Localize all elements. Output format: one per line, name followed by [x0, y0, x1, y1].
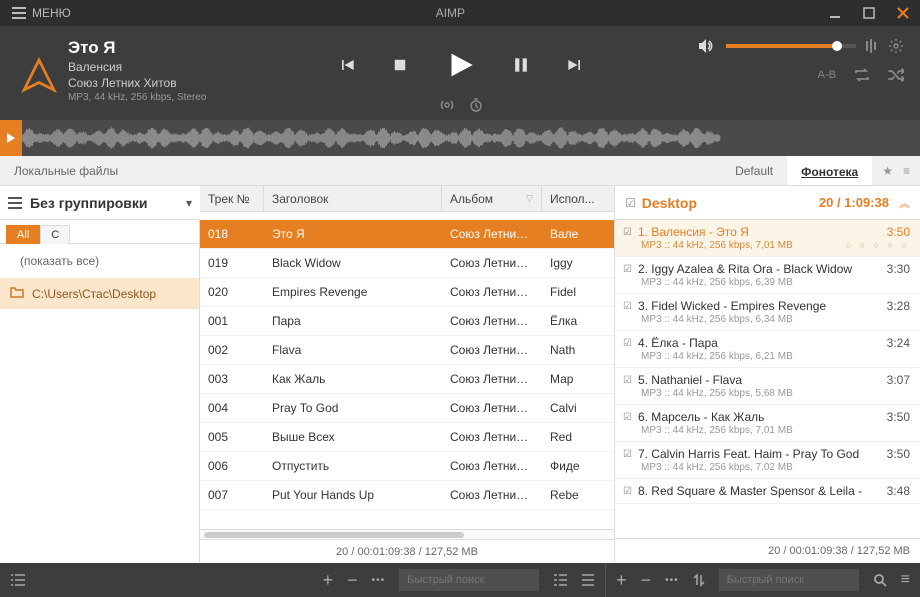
- view-rows-icon[interactable]: [581, 574, 595, 586]
- add-button[interactable]: +: [323, 570, 334, 591]
- playlist-item[interactable]: ☑8. Red Square & Master Spensor & Leila …: [615, 479, 920, 504]
- filter-all[interactable]: All: [6, 225, 40, 244]
- waveform-row: [0, 120, 920, 156]
- collapse-icon[interactable]: ︽: [899, 195, 910, 211]
- show-all-link[interactable]: (показать все): [0, 243, 199, 278]
- tab-menu-icon[interactable]: ≡: [903, 164, 910, 178]
- equalizer-icon[interactable]: [866, 39, 878, 53]
- playlist-item[interactable]: ☑4. Ёлка - Пара3:24MP3 :: 44 kHz, 256 kb…: [615, 331, 920, 368]
- tabs-row: Локальные файлы Default Фонотека ★ ≡: [0, 156, 920, 186]
- more-button[interactable]: [372, 575, 386, 586]
- folder-path: C:\Users\Стас\Desktop: [32, 287, 156, 301]
- table-row[interactable]: 018Это ЯСоюз Летних Х...Вале: [200, 220, 614, 249]
- filter-c[interactable]: C: [40, 225, 70, 244]
- library-summary: 20 / 00:01:09:38 / 127,52 MB: [200, 539, 614, 563]
- grouping-bar[interactable]: Без группировки ▾: [0, 186, 200, 220]
- playlist-summary: 20 / 00:01:09:38 / 127,52 MB: [615, 539, 920, 563]
- repeat-icon[interactable]: [854, 68, 870, 82]
- col-album[interactable]: Альбом▽: [442, 186, 542, 211]
- pl-menu-icon[interactable]: ≡: [901, 571, 910, 589]
- playlist-item[interactable]: ☑2. Iggy Azalea & Rita Ora - Black Widow…: [615, 257, 920, 294]
- now-playing-spec: MP3, 44 kHz, 256 kbps, Stereo: [68, 92, 268, 103]
- playlist-item[interactable]: ☑5. Nathaniel - Flava3:07MP3 :: 44 kHz, …: [615, 368, 920, 405]
- table-row[interactable]: 006ОтпуститьСоюз Летних Х...Фиде: [200, 452, 614, 481]
- next-button[interactable]: [565, 55, 585, 78]
- menu-label: МЕНЮ: [32, 6, 71, 20]
- grouping-label: Без группировки: [30, 195, 178, 211]
- view-list-icon[interactable]: [10, 574, 26, 586]
- radio-icon[interactable]: [439, 98, 455, 112]
- search-input-left[interactable]: [399, 569, 539, 591]
- playlist-item[interactable]: ☑3. Fidel Wicked - Empires Revenge3:28MP…: [615, 294, 920, 331]
- volume-icon[interactable]: [698, 38, 716, 54]
- playlist-header: ☑ Desktop 20 / 1:09:38 ︽: [615, 186, 920, 220]
- pause-button[interactable]: [511, 55, 531, 78]
- tab-library[interactable]: Фонотека: [787, 156, 872, 185]
- play-button[interactable]: [443, 48, 477, 85]
- view-grid-icon[interactable]: [553, 574, 567, 586]
- timer-icon[interactable]: [469, 98, 483, 112]
- playlist-stats: 20 / 1:09:38: [819, 195, 889, 210]
- prev-button[interactable]: [337, 55, 357, 78]
- table-row[interactable]: 019Black WidowСоюз Летних Х...Iggy: [200, 249, 614, 278]
- remove-button[interactable]: −: [347, 570, 358, 591]
- table-row[interactable]: 003Как ЖальСоюз Летних Х...Мар: [200, 365, 614, 394]
- shuffle-icon[interactable]: [888, 68, 904, 82]
- search-input-right[interactable]: [719, 569, 859, 591]
- close-button[interactable]: [886, 0, 920, 26]
- settings-icon[interactable]: [888, 38, 904, 54]
- pl-more-button[interactable]: [665, 575, 679, 586]
- pl-add-button[interactable]: +: [616, 570, 627, 591]
- table-row[interactable]: 005Выше ВсехСоюз Летних Х...Red: [200, 423, 614, 452]
- star-icon[interactable]: ★: [882, 164, 893, 178]
- grouping-dropdown-icon[interactable]: ▾: [186, 196, 192, 210]
- col-track-no[interactable]: Трек №: [200, 186, 264, 211]
- now-playing-artist: Валенсия: [68, 60, 268, 74]
- minimize-button[interactable]: [818, 0, 852, 26]
- table-row[interactable]: 001ПараСоюз Летних Х...Ёлка: [200, 307, 614, 336]
- menu-button[interactable]: МЕНЮ: [0, 0, 83, 26]
- playlist-check-icon[interactable]: ☑: [625, 196, 636, 210]
- table-row[interactable]: 020Empires RevengeСоюз Летних Х...Fidel: [200, 278, 614, 307]
- player-panel: Это Я Валенсия Союз Летних Хитов MP3, 44…: [0, 26, 920, 120]
- bottom-toolbar: + − + − ≡: [0, 563, 920, 597]
- playlist-title: Desktop: [642, 195, 813, 211]
- folder-path-row[interactable]: C:\Users\Стас\Desktop: [0, 278, 199, 309]
- horizontal-scrollbar[interactable]: [200, 529, 614, 539]
- waveform[interactable]: [22, 120, 920, 156]
- track-table: 018Это ЯСоюз Летних Х...Вале019Black Wid…: [200, 220, 614, 529]
- library-sidebar: All C (показать все) C:\Users\Стас\Deskt…: [0, 220, 200, 563]
- playlist-item[interactable]: ☑6. Марсель - Как Жаль3:50MP3 :: 44 kHz,…: [615, 405, 920, 442]
- playlist-list: ☑1. Валенсия - Это Я3:50MP3 :: 44 kHz, 2…: [615, 220, 920, 539]
- app-logo-icon: [16, 38, 62, 112]
- tab-default[interactable]: Default: [721, 156, 787, 185]
- stop-button[interactable]: [391, 56, 409, 77]
- col-artist[interactable]: Испол...: [542, 186, 598, 211]
- now-playing-album: Союз Летних Хитов: [68, 76, 268, 90]
- table-row[interactable]: 007Put Your Hands UpСоюз Летних Х...Rebe: [200, 481, 614, 510]
- pl-remove-button[interactable]: −: [641, 570, 652, 591]
- ab-repeat-button[interactable]: A-B: [818, 69, 836, 81]
- maximize-button[interactable]: [852, 0, 886, 26]
- table-row[interactable]: 002FlavaСоюз Летних Х...Nath: [200, 336, 614, 365]
- volume-slider[interactable]: [726, 44, 856, 48]
- titlebar: МЕНЮ AIMP: [0, 0, 920, 26]
- table-row[interactable]: 004Pray To GodСоюз Летних Х...Calvi: [200, 394, 614, 423]
- sort-icon[interactable]: [693, 573, 705, 587]
- playlist-item[interactable]: ☑7. Calvin Harris Feat. Haim - Pray To G…: [615, 442, 920, 479]
- folder-icon: [10, 286, 24, 301]
- now-playing-title: Это Я: [68, 38, 268, 58]
- search-icon[interactable]: [873, 573, 887, 587]
- tab-local-files[interactable]: Локальные файлы: [0, 156, 132, 185]
- window-title: AIMP: [83, 6, 818, 20]
- playlist-item[interactable]: ☑1. Валенсия - Это Я3:50MP3 :: 44 kHz, 2…: [615, 220, 920, 257]
- col-title[interactable]: Заголовок: [264, 186, 442, 211]
- waveform-play-icon[interactable]: [0, 120, 22, 156]
- table-header: Трек № Заголовок Альбом▽ Испол...: [200, 186, 614, 212]
